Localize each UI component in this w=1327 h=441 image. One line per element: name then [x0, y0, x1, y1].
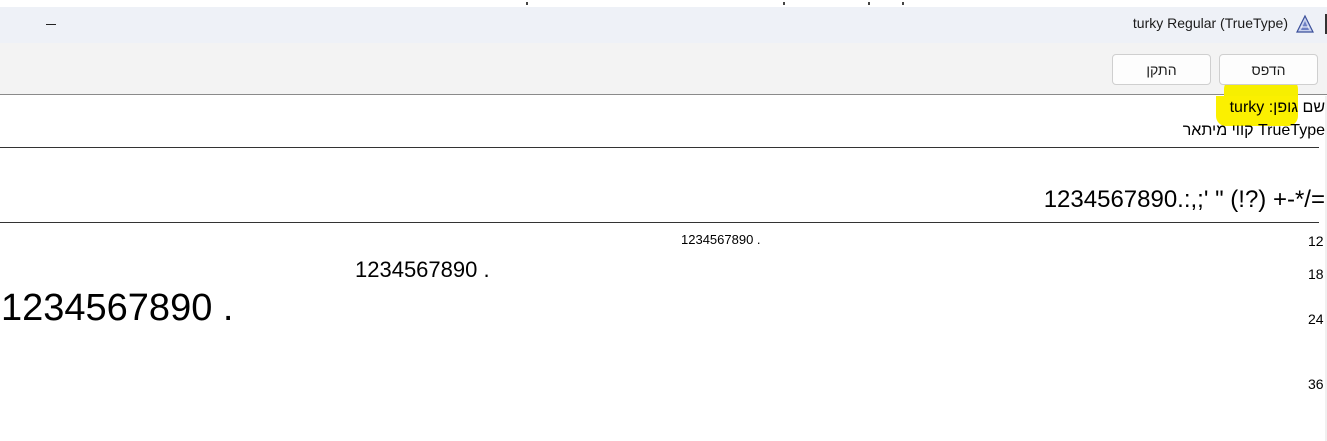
font-viewer-window: turky Regular (TrueType) התקן הדפס שם גו… — [0, 0, 1327, 441]
install-button[interactable]: התקן — [1112, 54, 1211, 85]
font-type: TrueType קווי מיתאר — [1182, 122, 1325, 139]
font-name-label: שם גופן: — [1268, 99, 1325, 116]
font-info: שם גופן: turky TrueType קווי מיתאר — [0, 96, 1327, 148]
sample-24: 1234567890 . — [1, 287, 234, 329]
minimize-icon[interactable] — [40, 7, 62, 41]
font-viewer-icon — [1296, 14, 1314, 33]
sample-12: 1234567890 . — [681, 232, 761, 247]
charset-sample: 1234567890.:,;' " (!?) +-*/= — [1043, 186, 1325, 213]
print-button[interactable]: הדפס — [1219, 54, 1318, 85]
sample-18: 1234567890 . — [355, 257, 490, 282]
divider — [0, 222, 1319, 223]
size-label-12: 12 — [1308, 233, 1324, 249]
size-label-36: 36 — [1308, 376, 1324, 392]
strip-mark — [526, 2, 528, 5]
size-label-24: 24 — [1308, 311, 1324, 327]
strip-mark — [902, 2, 904, 5]
top-strip — [0, 0, 1327, 7]
strip-mark — [783, 2, 785, 5]
strip-mark — [868, 2, 870, 5]
font-name-line: שם גופן: turky — [1230, 99, 1325, 117]
title-bar: turky Regular (TrueType) — [0, 7, 1327, 43]
toolbar: התקן הדפס — [0, 43, 1327, 109]
font-name-value: turky — [1229, 99, 1265, 116]
size-label-18: 18 — [1308, 266, 1324, 282]
divider — [0, 147, 1319, 148]
window-title: turky Regular (TrueType) — [1132, 15, 1288, 31]
